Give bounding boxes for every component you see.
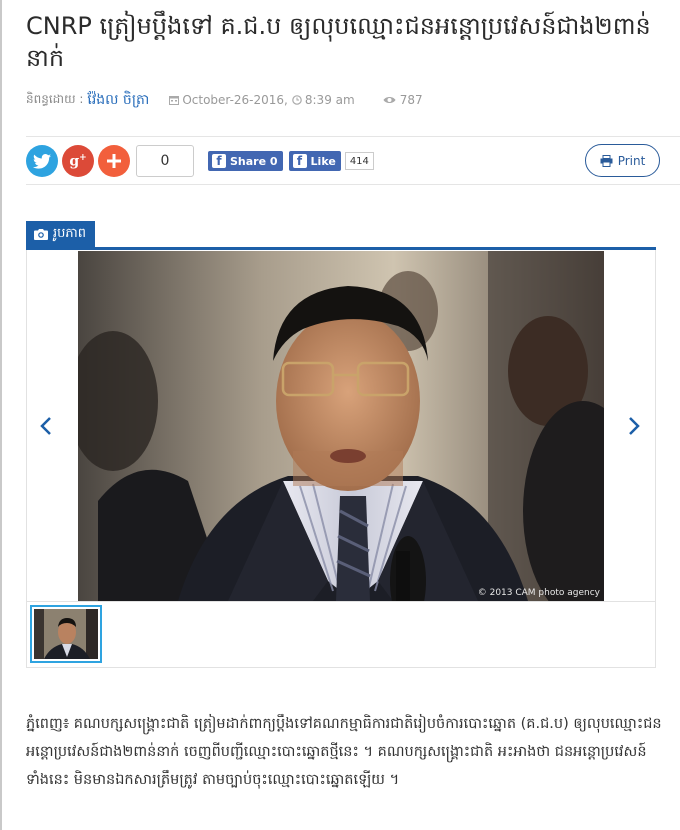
gallery-tab[interactable]: រូបភាព bbox=[26, 221, 96, 248]
eye-icon bbox=[383, 97, 396, 103]
article-meta: និពន្ធដោយ : វ៉ែងល ចិត្រា October-26-2016… bbox=[26, 91, 423, 109]
chevron-left-icon bbox=[40, 417, 51, 435]
add-share-button[interactable] bbox=[98, 145, 130, 177]
facebook-like-count: 414 bbox=[344, 152, 374, 170]
publish-date: October-26-2016, bbox=[182, 93, 288, 107]
gallery-tab-label: រូបភាព bbox=[53, 226, 87, 241]
clock-icon bbox=[292, 95, 302, 105]
publish-time: 8:39 am bbox=[304, 93, 355, 107]
print-button[interactable]: Print bbox=[585, 144, 660, 177]
twitter-share-button[interactable] bbox=[26, 145, 58, 177]
gallery-thumbnail[interactable] bbox=[30, 605, 102, 663]
google-plus-icon: g+ bbox=[69, 152, 87, 170]
print-label: Print bbox=[617, 153, 646, 168]
chevron-right-icon bbox=[629, 417, 640, 435]
thumbnail-strip-border bbox=[27, 601, 655, 602]
facebook-like-button[interactable]: f Like bbox=[288, 151, 341, 171]
gallery-prev-button[interactable] bbox=[36, 413, 56, 439]
facebook-share-label: Share 0 bbox=[230, 154, 278, 168]
author-label: និពន្ធដោយ : bbox=[26, 92, 84, 106]
article-title: CNRP ត្រៀមប្ដឹងទៅ គ.ជ.ប ឲ្យលុបឈ្មោះជនអន្… bbox=[26, 12, 651, 72]
author-link[interactable]: វ៉ែងល ចិត្រា bbox=[87, 90, 149, 111]
photo-credit: © 2013 CAM photo agency bbox=[477, 588, 600, 598]
facebook-icon: f bbox=[212, 154, 226, 168]
article-body: ភ្នំពេញ៖ គណបក្សសង្គ្រោះជាតិ ត្រៀមដាក់ពាក… bbox=[26, 716, 662, 788]
share-count: 0 bbox=[136, 145, 194, 177]
twitter-icon bbox=[33, 153, 51, 169]
share-bar: g+ 0 f Share 0 f Like 414 bbox=[26, 144, 374, 178]
facebook-like-label: Like bbox=[310, 154, 336, 168]
gallery-next-button[interactable] bbox=[624, 413, 644, 439]
google-plus-share-button[interactable]: g+ bbox=[62, 145, 94, 177]
thumbnail-image bbox=[34, 609, 98, 659]
divider bbox=[26, 184, 680, 185]
plus-icon bbox=[107, 154, 121, 168]
gallery-main-photo[interactable]: © 2013 CAM photo agency bbox=[78, 251, 604, 601]
facebook-icon: f bbox=[292, 154, 307, 168]
photo-illustration bbox=[78, 251, 604, 601]
calendar-icon bbox=[169, 96, 180, 105]
page-left-border bbox=[0, 0, 2, 830]
facebook-share-button[interactable]: f Share 0 bbox=[208, 151, 283, 171]
print-icon bbox=[600, 154, 613, 167]
camera-icon bbox=[34, 229, 48, 240]
divider bbox=[26, 136, 680, 137]
view-count: 787 bbox=[399, 93, 423, 107]
